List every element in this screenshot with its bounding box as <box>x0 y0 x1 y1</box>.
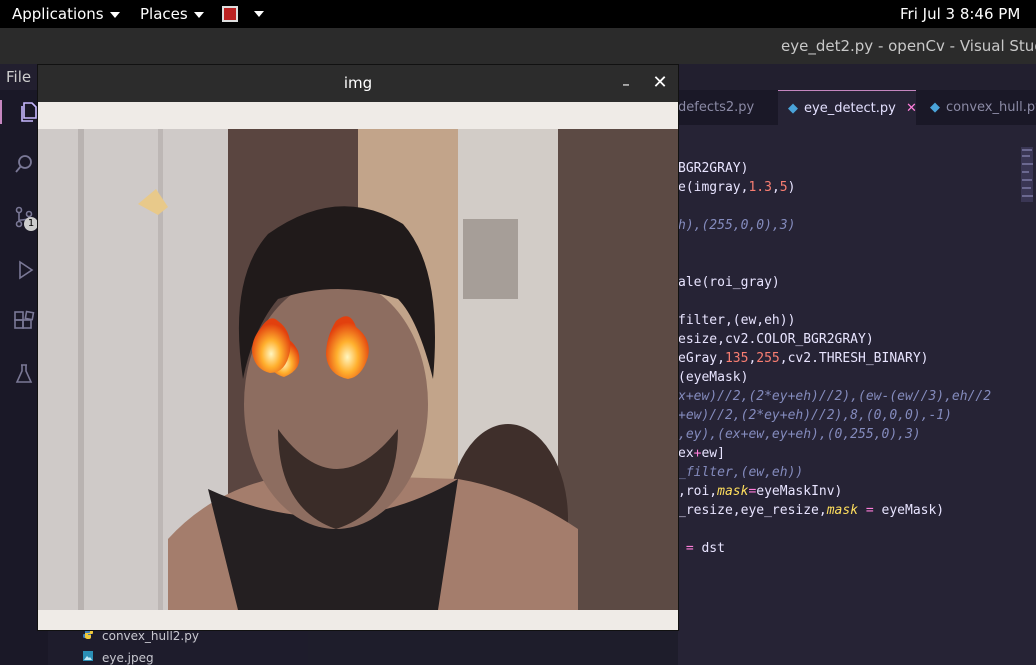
img-window-titlebar[interactable]: img – ✕ <box>38 65 678 102</box>
tab-label: convex_hull.py <box>946 100 1036 115</box>
vscode-titlebar: eye_det2.py - openCv - Visual Studio Co <box>0 28 1036 64</box>
scm-badge: 1 <box>24 217 38 231</box>
code-line[interactable]: (eyeMask) <box>678 368 748 387</box>
code-token: mask <box>826 503 859 518</box>
code-token: , <box>771 180 780 195</box>
vscode-window-title: eye_det2.py - openCv - Visual Studio Co <box>781 37 1036 55</box>
tab-label: defects2.py <box>678 100 755 115</box>
img-window-title: img <box>343 74 373 92</box>
tab-label: eye_detect.py <box>804 101 896 116</box>
minimap[interactable] <box>1018 125 1036 665</box>
code-token: ale(roi_gray) <box>678 275 780 290</box>
code-token: ex <box>678 446 694 461</box>
code-token: eGray, <box>678 351 725 366</box>
code-token: 135 <box>724 351 749 366</box>
img-window: img – ✕ <box>38 65 678 630</box>
chevron-down-icon <box>193 11 204 18</box>
python-icon: ◆ <box>788 101 798 116</box>
code-token: mask <box>717 484 749 499</box>
code-token: e(imgray, <box>678 180 749 195</box>
code-token: 1.3 <box>748 180 772 195</box>
code-editor[interactable]: BGR2GRAY) e(imgray,1.3,5) h),(255,0,0),3) a… <box>678 125 1018 665</box>
code-line[interactable]: h),(255,0,0),3) <box>678 216 795 235</box>
code-line[interactable]: ,roi,mask=eyeMaskInv) <box>678 482 842 501</box>
tab-convex-hull[interactable]: ◆ convex_hull.py <box>930 90 1036 125</box>
code-token: x+ew)//2,(2*ey+eh)//2),(ew-(ew//3),eh//2 <box>678 389 992 404</box>
applications-menu[interactable]: Applications <box>12 0 120 28</box>
window-list-icon[interactable] <box>222 6 238 22</box>
minimize-button[interactable]: – <box>618 73 634 93</box>
code-token: ew] <box>701 446 725 461</box>
code-line[interactable]: x+ew)//2,(2*ey+eh)//2),(ew-(ew//3),eh//2 <box>678 387 991 406</box>
chevron-down-icon <box>109 11 120 18</box>
code-token: _filter,(ew,eh)) <box>678 465 804 480</box>
search-icon[interactable] <box>12 152 36 176</box>
code-line[interactable]: filter,(ew,eh)) <box>678 311 795 330</box>
code-token: 5 <box>779 180 788 195</box>
python-icon: ◆ <box>930 100 940 115</box>
code-token: filter,(ew,eh)) <box>678 313 796 328</box>
code-token: ,cv2.THRESH_BINARY) <box>779 351 929 366</box>
python-icon <box>82 628 96 643</box>
menu-file[interactable]: File <box>6 64 31 90</box>
chevron-down-icon[interactable] <box>254 11 264 17</box>
clock[interactable]: Fri Jul 3 8:46 PM <box>900 0 1020 28</box>
code-line[interactable]: ale(roi_gray) <box>678 273 780 292</box>
code-token: (eyeMask) <box>678 370 749 385</box>
code-token: 255 <box>756 351 780 366</box>
extensions-icon[interactable] <box>12 310 36 334</box>
code-line[interactable]: esize,cv2.COLOR_BGR2GRAY) <box>678 330 874 349</box>
sidebar-file-label: eye.jpeg <box>102 651 154 665</box>
code-token: eyeMask) <box>873 503 945 518</box>
code-token: _resize,eye_resize, <box>678 503 827 518</box>
webcam-image <box>38 129 678 610</box>
code-token: ,roi, <box>678 484 718 499</box>
editor-tabbar: defects2.py ◆ eye_detect.py ✕ ◆ convex_hul… <box>678 90 1036 125</box>
code-token: +ew)//2,(2*ey+eh)//2),8,(0,0,0),-1) <box>678 408 952 423</box>
tab-eye-detect[interactable]: ◆ eye_detect.py ✕ <box>778 90 917 125</box>
code-line[interactable]: +ew)//2,(2*ey+eh)//2),8,(0,0,0),-1) <box>678 406 952 425</box>
code-token: ,ey),(ex+ew,ey+eh),(0,255,0),3) <box>678 427 921 442</box>
sidebar-file-label: convex_hull2.py <box>102 629 199 643</box>
image-file-icon <box>82 650 96 665</box>
code-line[interactable]: = dst <box>678 539 725 558</box>
code-line[interactable]: _filter,(ew,eh)) <box>678 463 803 482</box>
code-line[interactable]: ,ey),(ex+ew,ey+eh),(0,255,0),3) <box>678 425 921 444</box>
top-panel: Applications Places Fri Jul 3 8:46 PM <box>0 0 1036 28</box>
code-line[interactable]: _resize,eye_resize,mask = eyeMask) <box>678 501 944 520</box>
places-label: Places <box>140 5 188 23</box>
code-line[interactable]: eGray,135,255,cv2.THRESH_BINARY) <box>678 349 928 368</box>
sidebar-file-convex-hull2[interactable]: convex_hull2.py <box>82 628 199 643</box>
code-token: eyeMaskInv) <box>756 484 843 499</box>
code-line[interactable]: e(imgray,1.3,5) <box>678 178 795 197</box>
run-debug-icon[interactable] <box>12 258 36 282</box>
close-icon[interactable]: ✕ <box>906 101 917 116</box>
code-token: = <box>678 541 702 556</box>
code-token: ) <box>787 180 796 195</box>
testing-flask-icon[interactable] <box>12 362 36 386</box>
tab-defects2[interactable]: defects2.py <box>678 90 754 125</box>
code-line[interactable]: BGR2GRAY) <box>678 159 748 178</box>
code-token: = <box>865 503 874 518</box>
close-button[interactable]: ✕ <box>650 73 670 93</box>
code-token: BGR2GRAY) <box>678 161 749 176</box>
code-token: h),(255,0,0),3) <box>678 218 796 233</box>
sidebar-file-eye-jpeg[interactable]: eye.jpeg <box>82 650 154 665</box>
places-menu[interactable]: Places <box>140 0 204 28</box>
code-token: esize,cv2.COLOR_BGR2GRAY) <box>678 332 874 347</box>
applications-label: Applications <box>12 5 104 23</box>
code-line[interactable]: ex+ew] <box>678 444 725 463</box>
code-token: dst <box>701 541 725 556</box>
